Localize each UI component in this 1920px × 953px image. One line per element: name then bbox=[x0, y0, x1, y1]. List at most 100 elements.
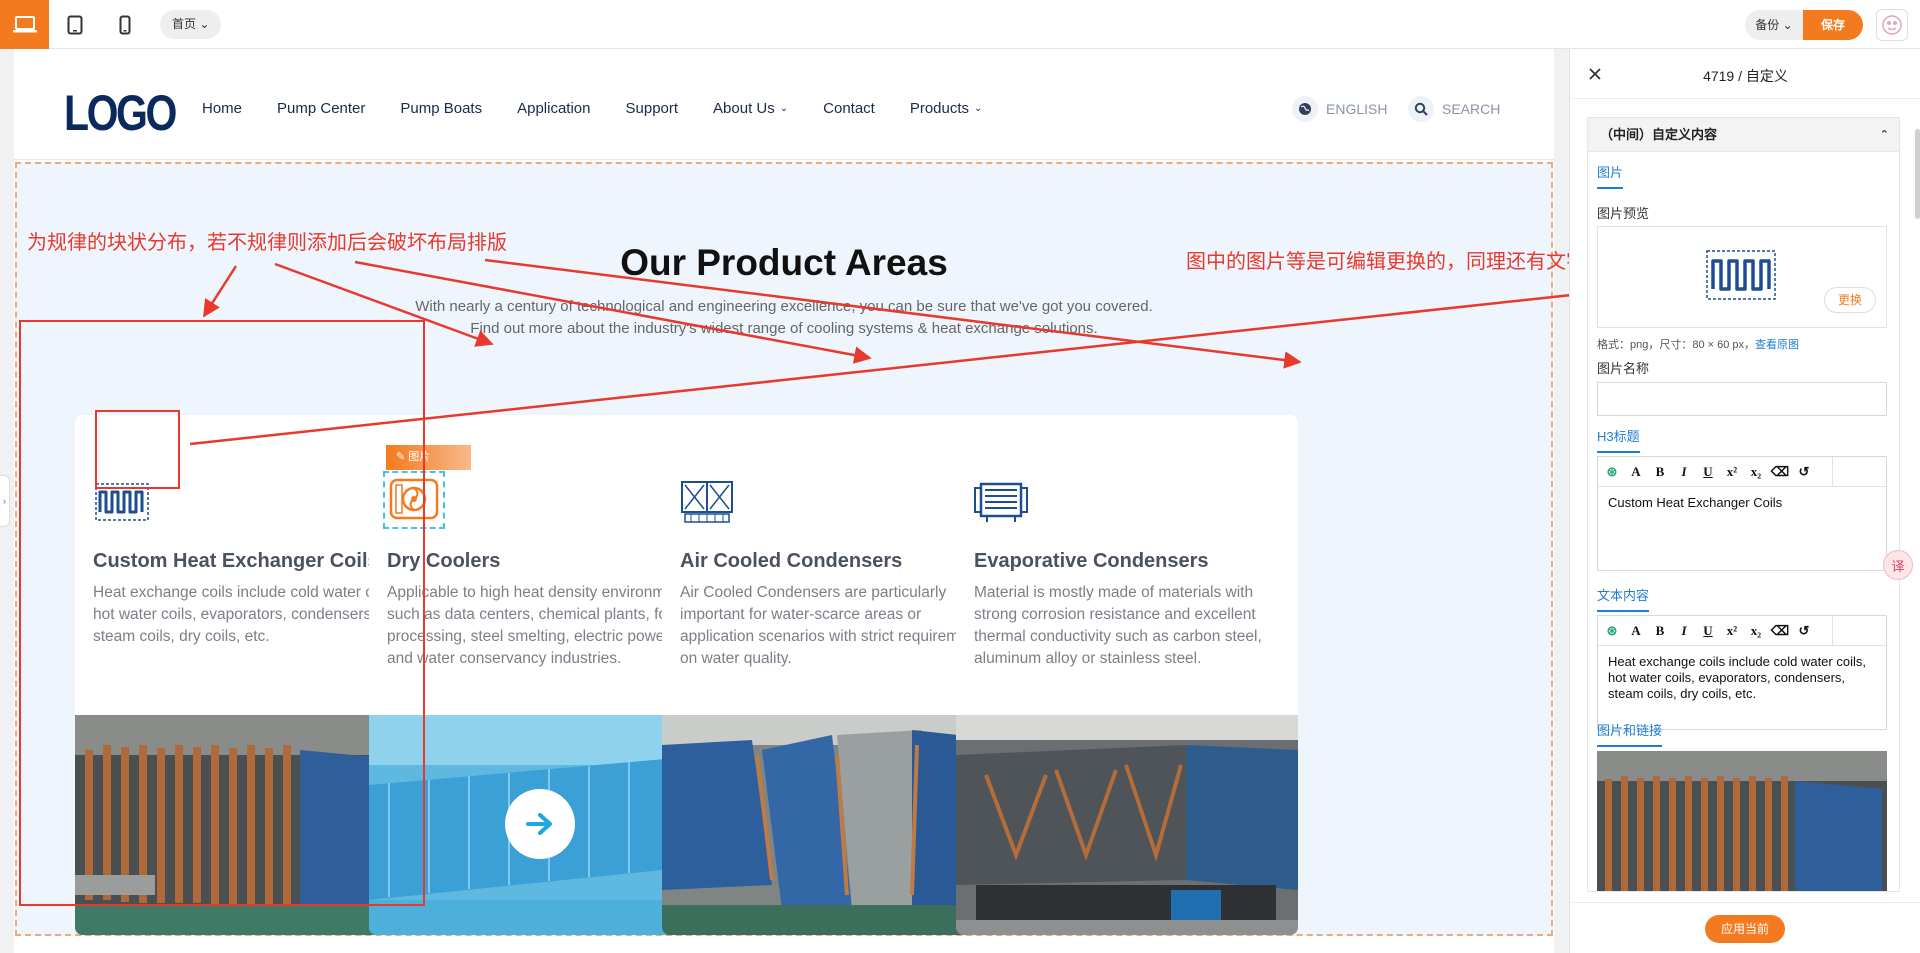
apply-button[interactable]: 应用当前 bbox=[1705, 915, 1785, 943]
nav-label: Contact bbox=[823, 100, 875, 117]
save-button[interactable]: 保存 bbox=[1803, 10, 1863, 40]
image-preview-label: 图片预览 bbox=[1597, 206, 1650, 221]
image-name-input[interactable] bbox=[1597, 382, 1887, 416]
card-text: Applicable to high heat density environm… bbox=[387, 584, 695, 667]
font-icon[interactable]: A bbox=[1624, 460, 1648, 484]
nav-products[interactable]: Products ⌄ bbox=[910, 100, 983, 117]
annotation-right-text: 图中的图片等是可编辑更换的，同理还有文字 bbox=[1186, 251, 1586, 273]
user-logo-icon bbox=[1882, 15, 1902, 35]
image-name-label: 图片名称 bbox=[1597, 361, 1650, 376]
clear-format-icon[interactable]: ⌫ bbox=[1768, 460, 1792, 484]
page-select-label: 首页 bbox=[172, 17, 197, 31]
air-cooled-condenser-icon[interactable] bbox=[678, 477, 736, 527]
nav-about-us[interactable]: About Us ⌄ bbox=[713, 100, 788, 117]
text-editor-content[interactable]: Heat exchange coils include cold water c… bbox=[1598, 646, 1886, 710]
italic-icon[interactable]: I bbox=[1672, 619, 1696, 643]
h3-editor-content[interactable]: Custom Heat Exchanger Coils bbox=[1598, 487, 1886, 519]
chevron-down-icon: ⌄ bbox=[1782, 18, 1793, 32]
section-label-text: 文本内容 bbox=[1597, 585, 1650, 612]
site-search[interactable]: SEARCH bbox=[1408, 96, 1500, 122]
panel-header: 4719 / 自定义 bbox=[1570, 49, 1920, 99]
translate-icon[interactable]: 译 bbox=[1883, 550, 1913, 580]
avatar[interactable] bbox=[1876, 9, 1908, 41]
nav-contact[interactable]: Contact bbox=[823, 100, 875, 117]
nav-label: Home bbox=[202, 100, 243, 117]
link-image-thumbnail[interactable] bbox=[1597, 751, 1887, 891]
site-logo[interactable]: LOGO bbox=[64, 84, 177, 142]
superscript-icon[interactable]: x² bbox=[1720, 619, 1744, 643]
replace-image-button[interactable]: 更换 bbox=[1824, 287, 1876, 313]
annotation-left-text: 为规律的块状分布，若不规律则添加后会破坏布局排版 bbox=[27, 232, 507, 254]
italic-icon[interactable]: I bbox=[1672, 460, 1696, 484]
phone-icon bbox=[119, 15, 130, 34]
undo-icon[interactable]: ↺ bbox=[1792, 619, 1816, 643]
product-card[interactable]: Evaporative Condensers Material is mostl… bbox=[956, 415, 1298, 935]
subscript-icon[interactable]: x₂ bbox=[1744, 460, 1768, 484]
desktop-view-button[interactable] bbox=[0, 0, 49, 49]
nav-label: Products bbox=[909, 100, 970, 117]
annotation-block-box bbox=[19, 320, 425, 906]
ai-assist-icon[interactable]: ⊛ bbox=[1600, 460, 1624, 484]
group-header[interactable]: （中间）自定义内容 ⌃ bbox=[1588, 118, 1899, 152]
superscript-icon[interactable]: x² bbox=[1720, 460, 1744, 484]
editor-toolbar: ⊛ A B I U x² x₂ ⌫ ↺ bbox=[1598, 457, 1886, 487]
tablet-icon bbox=[67, 15, 82, 34]
product-card[interactable]: Air Cooled Condensers Air Cooled Condens… bbox=[662, 415, 1004, 935]
card-title: Air Cooled Condensers bbox=[680, 550, 903, 572]
ai-assist-icon[interactable]: ⊛ bbox=[1600, 619, 1624, 643]
editor-toolbar: ⊛ A B I U x² x₂ ⌫ ↺ bbox=[1598, 616, 1886, 646]
section-label-image: 图片 bbox=[1597, 162, 1624, 189]
heat-exchanger-coil-icon bbox=[1701, 245, 1781, 305]
annotation-icon-box bbox=[95, 410, 180, 489]
panel-scrollbar[interactable] bbox=[1915, 129, 1920, 219]
subscript-icon[interactable]: x₂ bbox=[1744, 619, 1768, 643]
chevron-right-icon[interactable]: › bbox=[0, 475, 10, 527]
product-photo[interactable] bbox=[956, 715, 1298, 935]
nav-home[interactable]: Home bbox=[202, 100, 242, 117]
language-switch[interactable]: ENGLISH bbox=[1292, 96, 1387, 122]
image-meta-text: 格式：png，尺寸：80 × 60 px， bbox=[1597, 339, 1756, 351]
chevron-down-icon: ⌄ bbox=[779, 103, 789, 114]
h3-editor[interactable]: ⊛ A B I U x² x₂ ⌫ ↺ Custom Heat Exchange… bbox=[1597, 456, 1887, 571]
view-original-link[interactable]: 查看原图 bbox=[1755, 339, 1799, 351]
arrow-play-button[interactable] bbox=[505, 789, 575, 859]
group-title: （中间）自定义内容 bbox=[1600, 127, 1718, 142]
nav-label: Application bbox=[517, 100, 591, 117]
nav-pump-center[interactable]: Pump Center bbox=[277, 100, 365, 117]
underline-icon[interactable]: U bbox=[1696, 460, 1720, 484]
nav-application[interactable]: Application bbox=[517, 100, 590, 117]
panel-title: 4719 / 自定义 bbox=[1703, 68, 1788, 84]
laptop-icon bbox=[12, 15, 37, 32]
language-label: ENGLISH bbox=[1326, 101, 1388, 117]
section-label-image-link: 图片和链接 bbox=[1597, 720, 1663, 747]
nav-pump-boats[interactable]: Pump Boats bbox=[400, 100, 482, 117]
toolbar-divider bbox=[1832, 616, 1833, 646]
backup-label: 备份 bbox=[1755, 18, 1780, 32]
text-editor[interactable]: ⊛ A B I U x² x₂ ⌫ ↺ Heat exchange coils … bbox=[1597, 615, 1887, 730]
chevron-down-icon: ⌄ bbox=[974, 103, 983, 114]
bold-icon[interactable]: B bbox=[1648, 460, 1672, 484]
undo-icon[interactable]: ↺ bbox=[1792, 460, 1816, 484]
font-icon[interactable]: A bbox=[1624, 619, 1648, 643]
main-nav: Home Pump Center Pump Boats Application … bbox=[202, 100, 1017, 117]
properties-panel: 4719 / 自定义 （中间）自定义内容 ⌃ 图片 图片预览 更换 格式：png，… bbox=[1569, 49, 1920, 953]
nav-label: About Us bbox=[713, 100, 775, 117]
evaporative-condenser-icon[interactable] bbox=[972, 477, 1030, 527]
mobile-view-button[interactable] bbox=[100, 0, 149, 49]
bold-icon[interactable]: B bbox=[1648, 619, 1672, 643]
nav-label: Pump Center bbox=[277, 100, 366, 117]
backup-dropdown[interactable]: 备份 ⌄ bbox=[1745, 10, 1803, 40]
globe-icon bbox=[1292, 96, 1318, 122]
card-title: Evaporative Condensers bbox=[974, 550, 1209, 572]
card-text: Material is mostly made of materials wit… bbox=[974, 584, 1262, 667]
arrow-right-icon bbox=[526, 813, 552, 835]
product-photo[interactable] bbox=[662, 715, 1004, 935]
clear-format-icon[interactable]: ⌫ bbox=[1768, 619, 1792, 643]
tablet-view-button[interactable] bbox=[50, 0, 99, 49]
page-select[interactable]: 首页 ⌄ bbox=[160, 10, 222, 39]
editor-toolbar: 首页 ⌄ 备份 ⌄ 保存 bbox=[0, 0, 1920, 49]
nav-support[interactable]: Support bbox=[626, 100, 679, 117]
site-header: LOGO Home Pump Center Pump Boats Applica… bbox=[14, 64, 1554, 160]
underline-icon[interactable]: U bbox=[1696, 619, 1720, 643]
section-label-h3: H3标题 bbox=[1597, 426, 1640, 453]
